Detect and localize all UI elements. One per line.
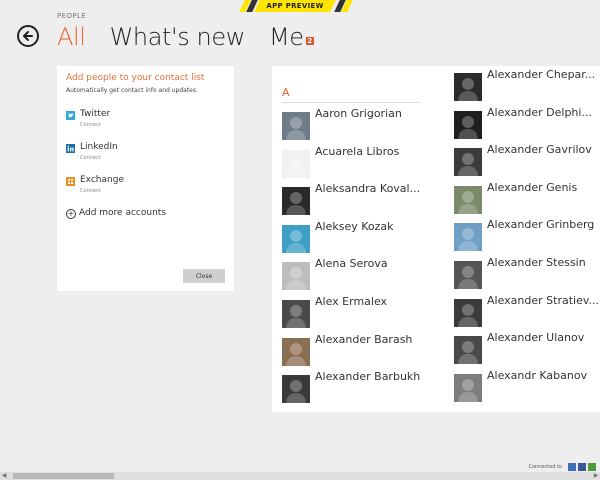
add-more-label: Add more accounts xyxy=(79,208,167,218)
contact-tile[interactable]: Alexander Delphi... xyxy=(454,106,600,139)
contact-name: Alex Ermalex xyxy=(315,295,388,308)
account-name: Twitter xyxy=(80,109,111,119)
contact-tile[interactable]: Aleksandra Koval... xyxy=(282,182,454,216)
back-button[interactable] xyxy=(17,25,39,47)
avatar xyxy=(454,110,482,139)
google-icon xyxy=(588,463,596,471)
account-status: Connect xyxy=(80,122,101,128)
contact-name: Alexander Barash xyxy=(315,332,413,346)
avatar xyxy=(282,112,310,140)
avatar xyxy=(454,336,482,365)
contact-name: Acuarela Libros xyxy=(315,144,400,158)
avatar xyxy=(282,149,310,178)
scroll-left-icon[interactable]: ◀ xyxy=(0,472,8,480)
add-more-accounts-link[interactable]: + Add more accounts xyxy=(66,208,166,219)
setup-subtitle: Automatically get contact info and updat… xyxy=(66,87,198,94)
banner-label: APP PREVIEW xyxy=(266,2,324,10)
group-divider xyxy=(282,102,420,103)
avatar xyxy=(282,300,310,328)
connected-label: Connected to xyxy=(528,464,562,470)
setup-title: Add people to your contact list xyxy=(66,73,205,83)
app-preview-banner: APP PREVIEW xyxy=(239,0,353,12)
contact-tile[interactable]: Alexander Gavrilov xyxy=(454,143,600,177)
avatar xyxy=(282,224,310,253)
banner-label-box: APP PREVIEW xyxy=(254,0,336,12)
contact-tile[interactable]: Alena Serova xyxy=(282,257,454,291)
contact-tile[interactable]: Alexander Barbukh xyxy=(282,370,454,404)
facebook-icon xyxy=(578,463,586,471)
contact-tile[interactable]: Alexander Chepar... xyxy=(454,68,600,101)
contact-name: Alexander Genis xyxy=(487,180,578,194)
avatar xyxy=(454,223,482,252)
avatar xyxy=(282,375,310,404)
account-name: LinkedIn xyxy=(80,142,118,152)
contact-name: Alexander Barbukh xyxy=(315,370,420,384)
contact-name: Alexandr Kabanov xyxy=(487,368,588,382)
account-name: Exchange xyxy=(80,175,124,185)
pivot-all[interactable]: All xyxy=(57,19,86,55)
contact-name: Alexander Stratiev... xyxy=(487,293,599,307)
contact-tile[interactable]: Aleksey Kozak xyxy=(282,220,454,253)
contact-name: Alexander Delphi... xyxy=(487,105,592,119)
back-arrow-icon xyxy=(23,31,33,41)
contact-name: Alena Serova xyxy=(315,257,388,271)
contact-list: A Aaron Grigorian Acuarela Libros Aleksand… xyxy=(272,66,600,412)
avatar xyxy=(282,337,310,366)
contact-tile[interactable]: Aaron Grigorian xyxy=(282,107,454,140)
account-status: Connect xyxy=(80,188,101,194)
avatar xyxy=(454,185,482,214)
contact-tile[interactable]: Alexander Stratiev... xyxy=(454,294,600,327)
contact-name: Alexander Ulanov xyxy=(487,331,585,345)
pivot-me[interactable]: Me 2 xyxy=(269,19,314,55)
contact-tile[interactable]: Alexander Genis xyxy=(454,181,600,214)
contact-name: Alexander Grinberg xyxy=(487,218,595,232)
avatar xyxy=(454,261,482,289)
contact-tile[interactable]: Alexander Ulanov xyxy=(454,331,600,365)
contact-name: Alexander Stessin xyxy=(487,256,586,269)
pivot-me-label: Me xyxy=(268,23,304,51)
messenger-icon xyxy=(568,463,576,471)
contact-tile[interactable]: Alexander Grinberg xyxy=(454,218,600,252)
contact-name: Alexander Chepar... xyxy=(487,68,596,81)
avatar xyxy=(454,298,482,327)
contact-name: Aleksey Kozak xyxy=(315,219,394,233)
pivot-header: All What's new Me 2 xyxy=(57,19,338,55)
avatar xyxy=(282,187,310,216)
avatar xyxy=(454,73,482,101)
contact-name: Alexander Gavrilov xyxy=(487,143,592,157)
contact-name: Aleksandra Koval... xyxy=(315,182,420,196)
notification-badge: 2 xyxy=(305,37,314,45)
connected-services: Connected to xyxy=(528,462,596,472)
contact-tile[interactable]: Alex Ermalex xyxy=(282,295,454,328)
avatar xyxy=(454,373,482,402)
scrollbar-thumb[interactable] xyxy=(13,473,114,479)
plus-circle-icon: + xyxy=(66,209,76,219)
contact-tile[interactable]: Alexander Barash xyxy=(282,333,454,366)
avatar xyxy=(282,262,310,291)
close-button[interactable]: Close xyxy=(183,269,225,283)
contact-tile[interactable]: Alexandr Kabanov xyxy=(454,369,600,402)
account-status: Connect xyxy=(80,155,101,161)
horizontal-scrollbar[interactable]: ◀ ▶ xyxy=(0,472,600,480)
account-setup-panel: Add people to your contact list Automati… xyxy=(57,66,234,291)
pivot-whats-new[interactable]: What's new xyxy=(110,19,246,55)
twitter-icon xyxy=(66,111,75,120)
contact-tile[interactable]: Alexander Stessin xyxy=(454,256,600,289)
scroll-right-icon[interactable]: ▶ xyxy=(592,472,600,480)
avatar xyxy=(454,148,482,177)
group-header-letter[interactable]: A xyxy=(282,86,290,99)
exchange-icon xyxy=(66,177,75,186)
contact-tile[interactable]: Acuarela Libros xyxy=(282,145,454,178)
contact-name: Aaron Grigorian xyxy=(315,107,402,120)
linkedin-icon xyxy=(66,144,75,153)
